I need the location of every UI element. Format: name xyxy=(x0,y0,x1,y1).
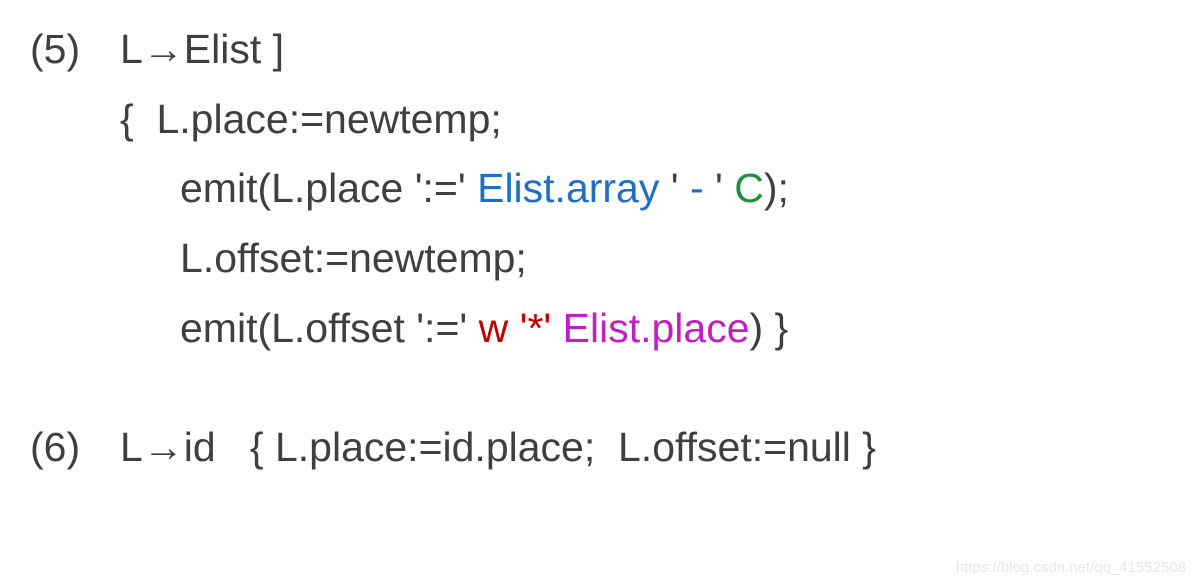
rule-5-line3-body: L.offset:=newtemp; xyxy=(180,235,527,281)
rule-6: (6) L→id { L.place:=id.place; L.offset:=… xyxy=(30,413,1168,483)
rule-5: (5) L→Elist ] { L.place:=newtemp; emit(L… xyxy=(30,15,1168,363)
rule-5-line4-star: '*' xyxy=(520,305,563,351)
watermark-text: https://blog.csdn.net/qq_41552508 xyxy=(956,555,1186,581)
rule-5-number: (5) xyxy=(30,15,120,85)
rule-5-line4-close: ) } xyxy=(750,305,789,351)
rule-5-line2-elist-array: Elist.array xyxy=(477,165,659,211)
rule-5-production: L→Elist ] xyxy=(120,15,284,85)
rule-5-action-line-1: { L.place:=newtemp; xyxy=(30,85,1168,155)
rule-5-line2-c: ' xyxy=(659,165,690,211)
rule-5-action-line-3: L.offset:=newtemp; xyxy=(30,224,1168,294)
rule-5-line2-a: emit(L.place ':=' xyxy=(180,165,477,211)
rule-6-production: L→id xyxy=(120,413,250,483)
rule-5-header: (5) L→Elist ] xyxy=(30,15,1168,85)
rule-5-line4-elist-place: Elist.place xyxy=(563,305,750,351)
rule-5-line2-g: ); xyxy=(764,165,789,211)
rule-5-line2-e: ' xyxy=(715,165,734,211)
open-brace: { xyxy=(120,96,156,142)
rule-5-line1-body: L.place:=newtemp; xyxy=(156,96,501,142)
rule-6-action: { L.place:=id.place; L.offset:=null } xyxy=(250,413,876,483)
rule-5-line2-minus: - xyxy=(690,165,715,211)
rule-5-line2-c-const: C xyxy=(734,165,764,211)
rule-6-number: (6) xyxy=(30,413,120,483)
rule-5-line4-a: emit(L.offset ':=' xyxy=(180,305,479,351)
rule-5-line4-w: w xyxy=(479,305,520,351)
rule-5-action-line-2: emit(L.place ':=' Elist.array ' - ' C); xyxy=(30,154,1168,224)
rule-5-action-line-4: emit(L.offset ':=' w '*' Elist.place) } xyxy=(30,294,1168,364)
